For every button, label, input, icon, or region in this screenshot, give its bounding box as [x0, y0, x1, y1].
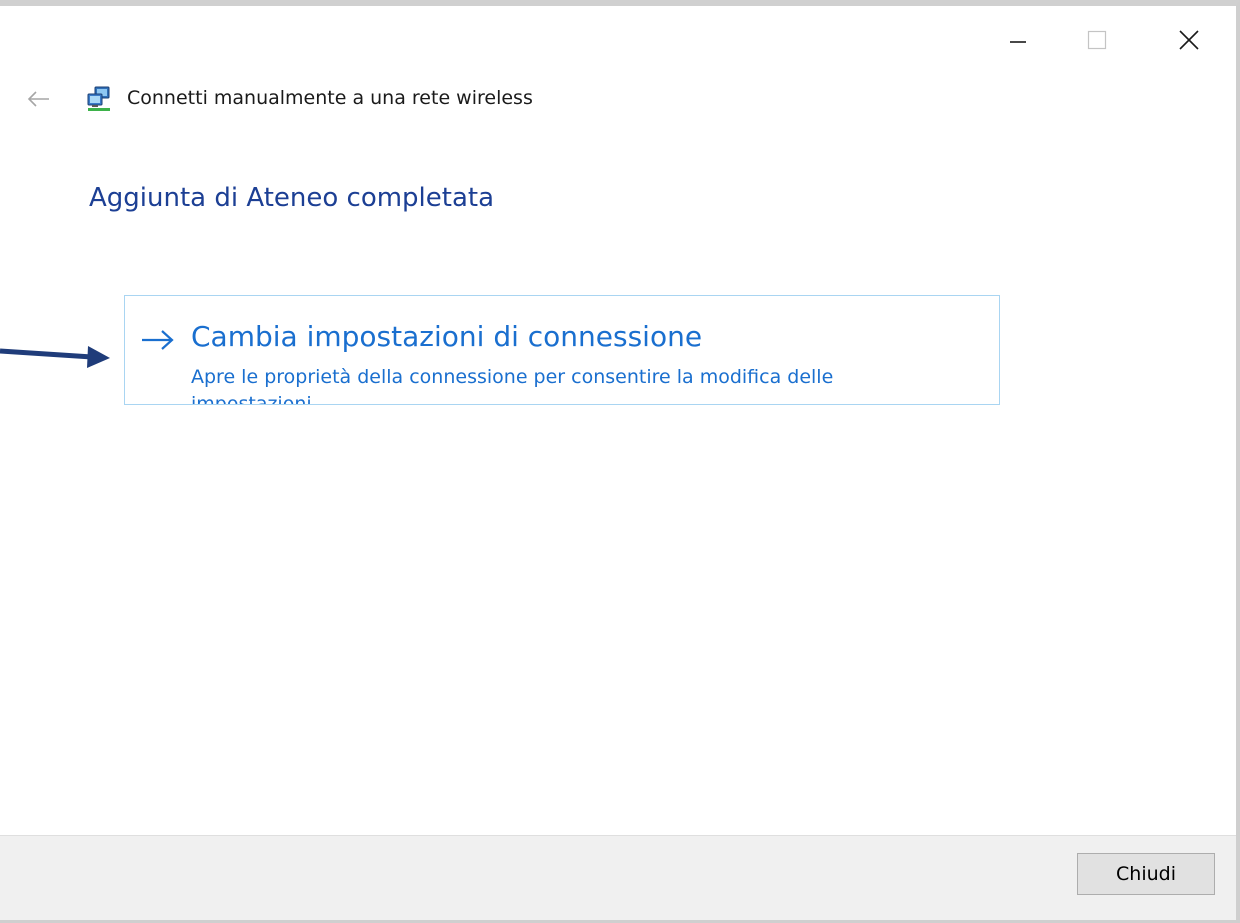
command-link-title: Cambia impostazioni di connessione: [191, 320, 703, 353]
change-connection-settings-link[interactable]: Cambia impostazioni di connessione Apre …: [124, 295, 1000, 405]
maximize-icon: [1087, 30, 1107, 50]
back-button[interactable]: [24, 86, 54, 112]
page-title: Aggiunta di Ateneo completata: [89, 183, 495, 213]
back-arrow-icon: [27, 91, 49, 107]
network-computer-icon: [87, 86, 110, 111]
close-icon: [1179, 30, 1199, 50]
window-frame: [0, 0, 1240, 923]
close-window-button[interactable]: [1166, 22, 1212, 58]
close-button[interactable]: Chiudi: [1077, 853, 1215, 895]
minimize-button[interactable]: [995, 22, 1041, 58]
minimize-icon: [1010, 41, 1026, 43]
maximize-button[interactable]: [1074, 22, 1120, 58]
annotation-arrow-icon: [0, 346, 110, 368]
arrow-right-icon: [142, 330, 174, 350]
command-link-description: Apre le proprietà della connessione per …: [191, 366, 834, 405]
window-title: Connetti manualmente a una rete wireless: [127, 87, 533, 109]
footer-bar: [0, 835, 1236, 920]
